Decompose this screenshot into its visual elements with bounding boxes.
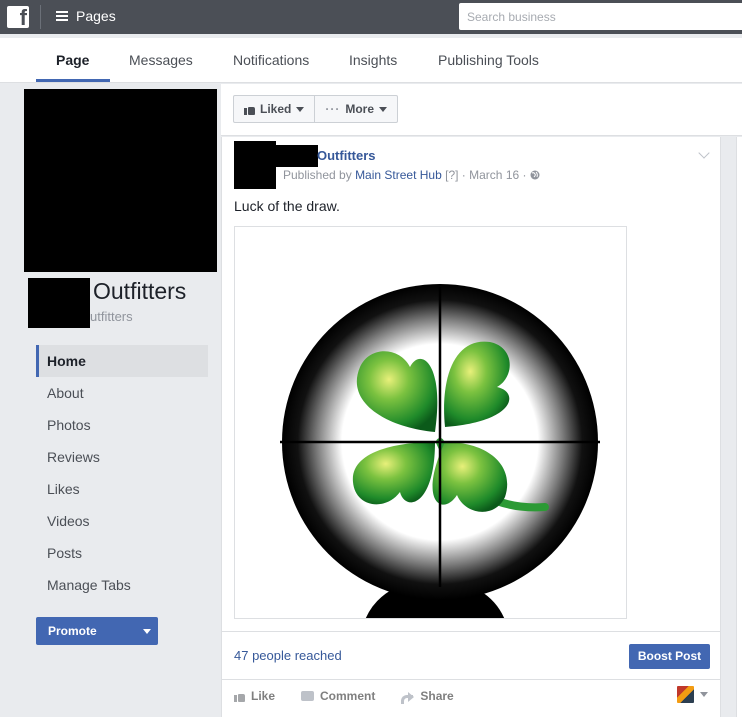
comment-label: Comment bbox=[320, 689, 376, 703]
chevron-down-icon[interactable] bbox=[698, 147, 710, 159]
post-date[interactable]: March 16 bbox=[469, 168, 519, 182]
caret-down-icon bbox=[700, 692, 708, 697]
page-tab-nav: Page Messages Notifications Insights Pub… bbox=[0, 38, 742, 83]
caret-down-icon bbox=[143, 629, 151, 634]
boost-post-button[interactable]: Boost Post bbox=[629, 644, 710, 669]
more-dots-icon: ··· bbox=[325, 102, 341, 116]
post-author-name[interactable]: Outfitters bbox=[317, 148, 376, 163]
sidebar-item-home[interactable]: Home bbox=[36, 345, 208, 377]
help-marker[interactable]: [?] bbox=[445, 168, 458, 182]
profile-picture[interactable] bbox=[24, 89, 217, 272]
top-bar: f Pages bbox=[0, 0, 742, 34]
share-label: Share bbox=[420, 689, 454, 703]
thumbs-up-icon bbox=[244, 104, 255, 115]
post-avatar[interactable] bbox=[234, 141, 276, 189]
action-button-group: Liked ··· More bbox=[233, 95, 399, 123]
post-meta: Published by Main Street Hub [?] · March… bbox=[283, 168, 540, 182]
publisher-link[interactable]: Main Street Hub bbox=[355, 168, 442, 182]
divider bbox=[222, 631, 720, 632]
right-column-edge bbox=[736, 137, 742, 717]
like-label: Like bbox=[251, 689, 276, 703]
tab-insights[interactable]: Insights bbox=[349, 38, 397, 83]
pages-menu[interactable]: Pages bbox=[56, 8, 116, 24]
post-card: Outfitters Published by Main Street Hub … bbox=[221, 137, 721, 717]
page-username: utfitters bbox=[90, 309, 133, 324]
promote-label: Promote bbox=[48, 624, 97, 638]
sidebar-item-reviews[interactable]: Reviews bbox=[36, 441, 208, 473]
sidebar-nav: Home About Photos Reviews Likes Videos P… bbox=[36, 345, 208, 601]
avatar bbox=[677, 686, 694, 703]
post-reach-link[interactable]: 47 people reached bbox=[234, 648, 342, 663]
redacted-name-block bbox=[276, 145, 318, 167]
post-text: Luck of the draw. bbox=[234, 198, 340, 214]
page-action-bar: Liked ··· More bbox=[221, 84, 742, 136]
facebook-logo-icon[interactable]: f bbox=[7, 5, 29, 30]
share-icon bbox=[401, 691, 415, 704]
sidebar-item-likes[interactable]: Likes bbox=[36, 473, 208, 505]
like-button[interactable]: Like bbox=[234, 687, 275, 705]
search-input[interactable] bbox=[459, 3, 742, 30]
liked-label: Liked bbox=[260, 102, 292, 116]
globe-icon bbox=[530, 170, 540, 180]
page-title[interactable]: Outfitters bbox=[93, 278, 186, 305]
caret-down-icon bbox=[296, 106, 305, 112]
sidebar-item-posts[interactable]: Posts bbox=[36, 537, 208, 569]
pages-label: Pages bbox=[76, 8, 116, 24]
sidebar-item-photos[interactable]: Photos bbox=[36, 409, 208, 441]
actor-selector[interactable] bbox=[677, 686, 708, 703]
redacted-name-block bbox=[28, 278, 90, 328]
topbar-divider bbox=[40, 5, 41, 29]
post-actions: Like Comment Share bbox=[234, 687, 454, 705]
tab-messages[interactable]: Messages bbox=[129, 38, 193, 83]
post-image[interactable] bbox=[234, 226, 627, 619]
tab-page[interactable]: Page bbox=[56, 38, 89, 83]
share-button[interactable]: Share bbox=[401, 687, 454, 705]
comment-icon bbox=[301, 691, 315, 701]
tab-publishing-tools[interactable]: Publishing Tools bbox=[438, 38, 539, 83]
active-tab-indicator bbox=[36, 79, 110, 82]
liked-button[interactable]: Liked bbox=[234, 96, 314, 122]
comment-button[interactable]: Comment bbox=[301, 687, 375, 705]
thumbs-up-icon bbox=[234, 691, 245, 702]
hamburger-icon bbox=[56, 11, 68, 21]
promote-button[interactable]: Promote bbox=[36, 617, 158, 645]
sidebar-item-manage-tabs[interactable]: Manage Tabs bbox=[36, 569, 208, 601]
scope-clover-image bbox=[235, 227, 626, 618]
sidebar-item-about[interactable]: About bbox=[36, 377, 208, 409]
divider bbox=[222, 679, 720, 680]
published-by-label: Published by bbox=[283, 168, 352, 182]
sidebar-item-videos[interactable]: Videos bbox=[36, 505, 208, 537]
caret-down-icon bbox=[379, 106, 388, 112]
more-label: More bbox=[345, 102, 375, 116]
tab-notifications[interactable]: Notifications bbox=[233, 38, 309, 83]
more-button[interactable]: ··· More bbox=[314, 96, 397, 122]
